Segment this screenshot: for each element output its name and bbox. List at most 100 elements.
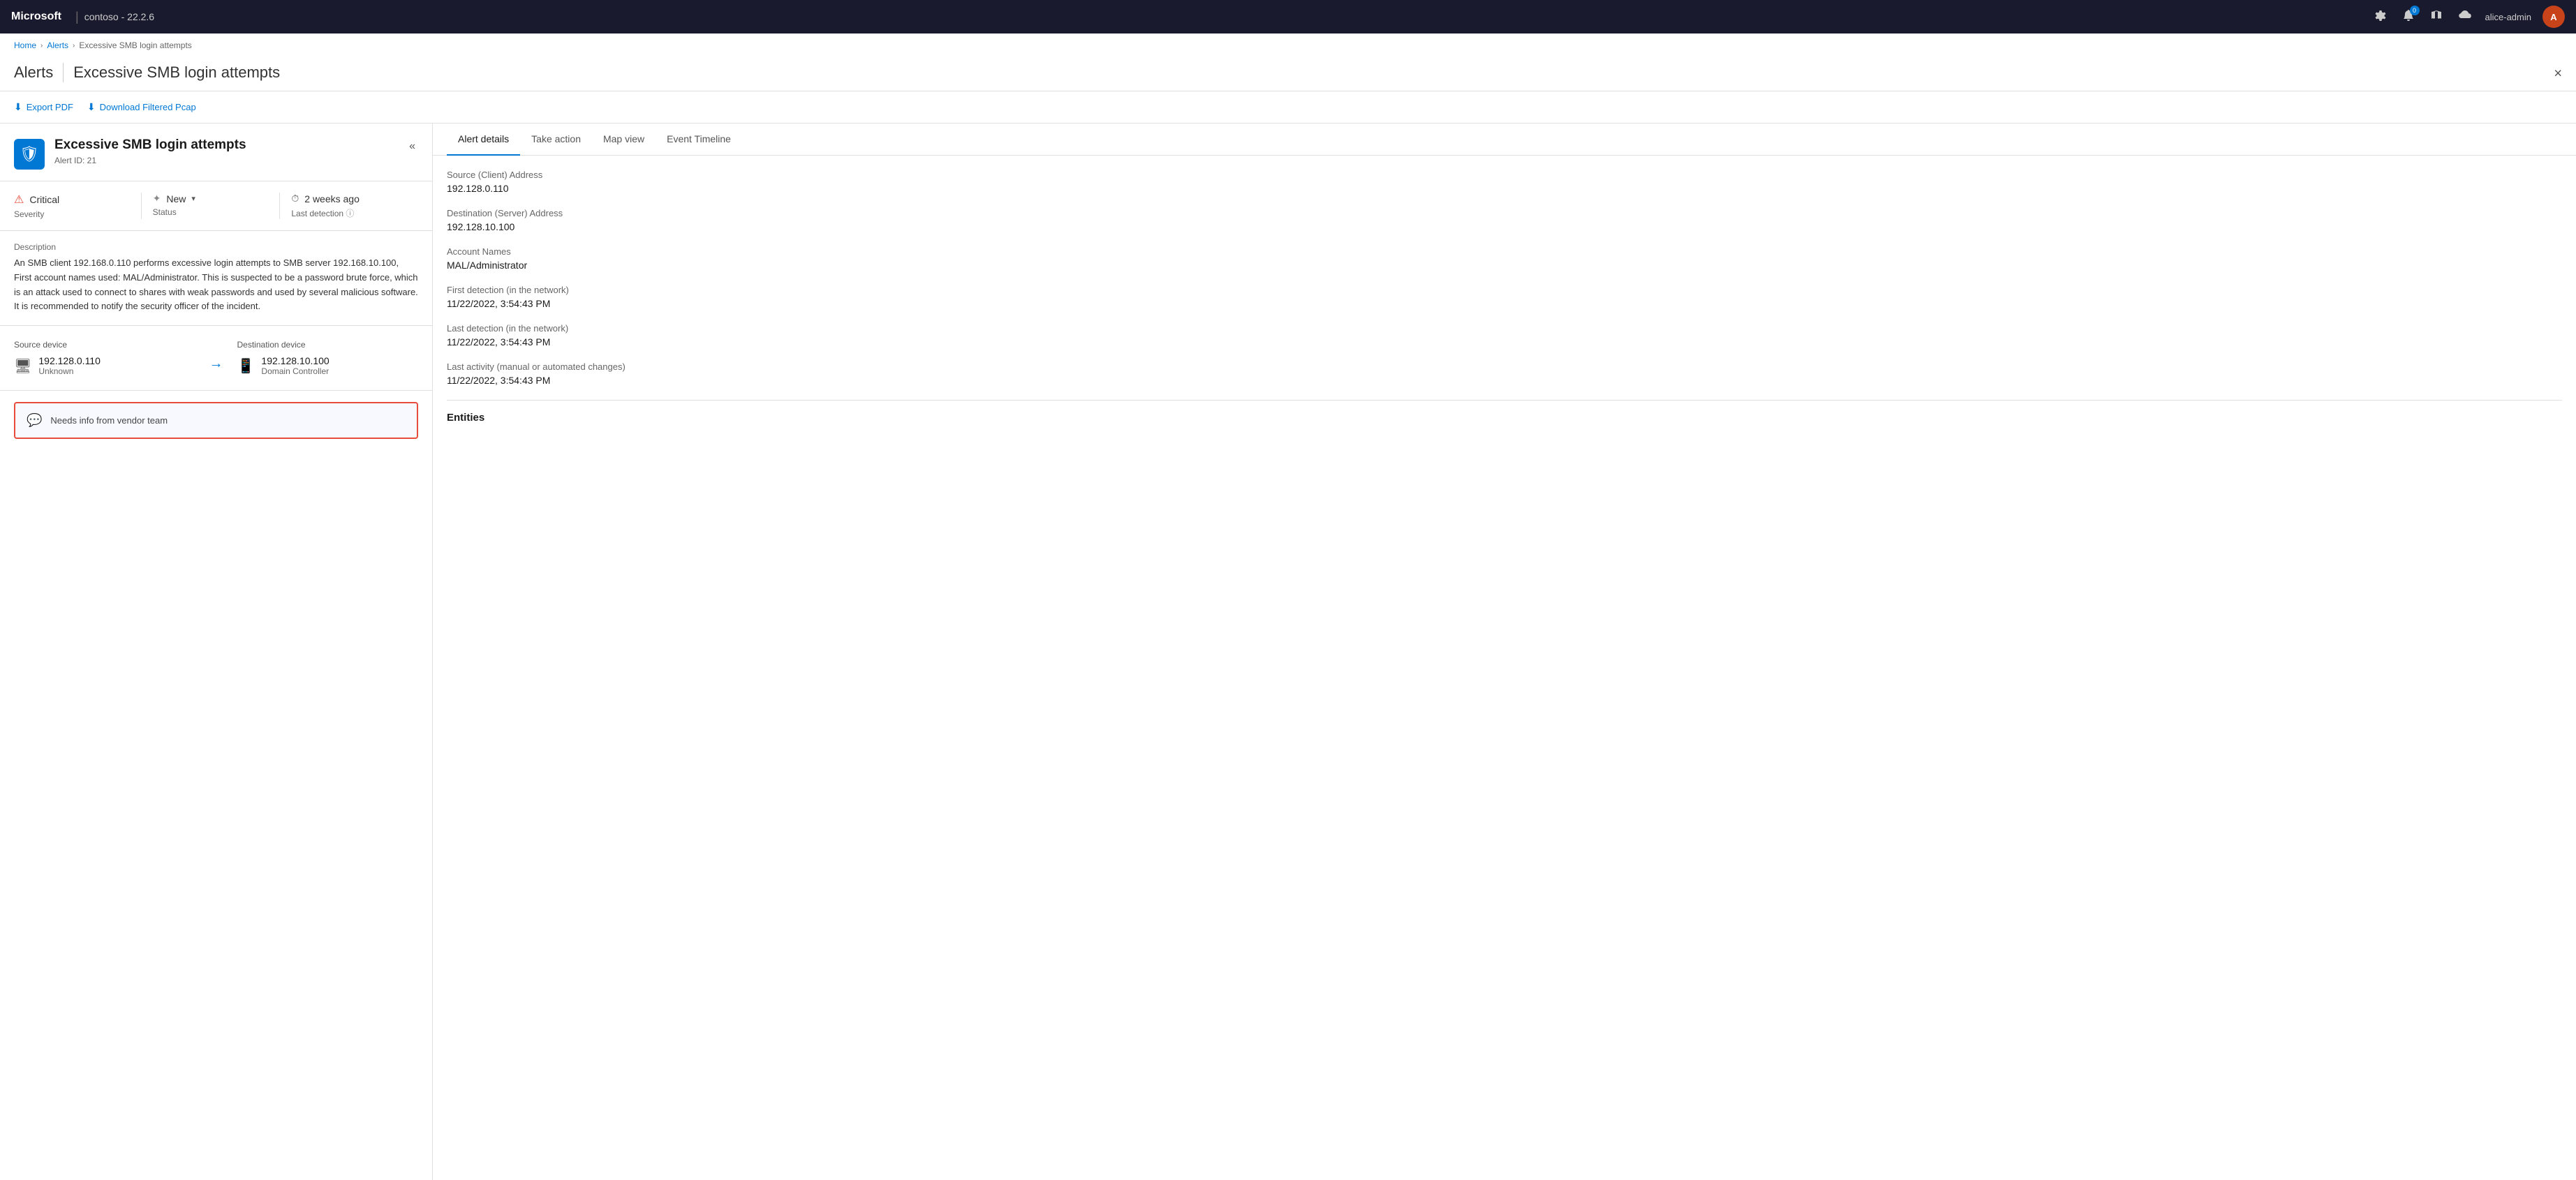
status-chevron-icon[interactable]: ▾ — [191, 194, 195, 203]
dest-server-label: Destination (Server) Address — [447, 208, 2562, 218]
source-device-icon: 🖥 — [14, 357, 31, 375]
alert-title: Excessive SMB login attempts — [54, 137, 246, 153]
breadcrumb-chevron-1: › — [40, 42, 43, 50]
dest-device-ip: 192.128.10.100 — [261, 355, 329, 366]
export-pdf-button[interactable]: ⬇ Export PDF — [14, 98, 73, 116]
device-arrow-connector: → — [195, 356, 237, 372]
left-panel: 🛡 Excessive SMB login attempts Alert ID:… — [0, 124, 433, 1180]
export-pdf-icon: ⬇ — [14, 101, 22, 113]
shield-icon: 🛡 — [20, 145, 39, 163]
detail-divider — [447, 400, 2562, 401]
status-value: ✦ New ▾ — [153, 193, 269, 204]
page-section-title: Alerts — [14, 64, 53, 82]
last-detection-value: ⏱ 2 weeks ago — [291, 193, 407, 204]
info-icon[interactable]: ⓘ — [346, 209, 354, 218]
notification-badge: 0 — [2410, 6, 2420, 15]
last-detection-text: 2 weeks ago — [304, 193, 360, 204]
comment-box[interactable]: 💬 Needs info from vendor team — [14, 402, 418, 439]
user-avatar[interactable]: A — [2542, 6, 2565, 28]
description-text: An SMB client 192.168.0.110 performs exc… — [14, 256, 418, 314]
export-pdf-label: Export PDF — [27, 102, 73, 112]
account-names-label: Account Names — [447, 246, 2562, 257]
source-client-row: Source (Client) Address 192.128.0.110 — [447, 170, 2562, 194]
source-device-info: 🖥 192.128.0.110 Unknown — [14, 355, 195, 376]
dest-server-row: Destination (Server) Address 192.128.10.… — [447, 208, 2562, 232]
breadcrumb-chevron-2: › — [73, 42, 75, 50]
last-detection-detail-label: Last detection (in the network) — [447, 323, 2562, 334]
last-activity-label: Last activity (manual or automated chang… — [447, 361, 2562, 372]
last-detection-detail-value: 11/22/2022, 3:54:43 PM — [447, 336, 2562, 348]
dest-device: Destination device 📱 192.128.10.100 Doma… — [237, 340, 419, 376]
notifications-button[interactable]: 0 — [2400, 7, 2417, 27]
tabs-container: Alert details Take action Map view Event… — [433, 124, 2576, 156]
account-names-value: MAL/Administrator — [447, 260, 2562, 271]
last-detection-row: Last detection (in the network) 11/22/20… — [447, 323, 2562, 348]
status-label: Status — [153, 207, 269, 217]
severity-text: Critical — [29, 194, 59, 205]
first-detection-value: 11/22/2022, 3:54:43 PM — [447, 298, 2562, 309]
new-status-icon: ✦ — [153, 193, 161, 204]
first-detection-label: First detection (in the network) — [447, 285, 2562, 295]
severity-status-item: ⚠ Critical Severity — [14, 193, 142, 219]
alert-title-section: 🛡 Excessive SMB login attempts Alert ID:… — [14, 137, 246, 170]
alert-title-text: Excessive SMB login attempts Alert ID: 2… — [54, 137, 246, 165]
cloud-button[interactable] — [2456, 7, 2474, 27]
nav-separator: | — [75, 10, 79, 24]
comment-text: Needs info from vendor team — [50, 415, 168, 426]
header-divider — [63, 63, 64, 82]
severity-value: ⚠ Critical — [14, 193, 130, 207]
source-device-label: Source device — [14, 340, 195, 350]
source-client-value: 192.128.0.110 — [447, 183, 2562, 194]
top-nav: Microsoft | contoso - 22.2.6 0 alice-adm… — [0, 0, 2576, 33]
breadcrumb: Home › Alerts › Excessive SMB login atte… — [0, 33, 2576, 57]
download-pcap-button[interactable]: ⬇ Download Filtered Pcap — [87, 98, 196, 116]
breadcrumb-home[interactable]: Home — [14, 40, 36, 50]
microsoft-logo: Microsoft — [11, 10, 61, 23]
tab-event-timeline[interactable]: Event Timeline — [656, 124, 742, 156]
download-pcap-label: Download Filtered Pcap — [100, 102, 196, 112]
description-section: Description An SMB client 192.168.0.110 … — [0, 231, 432, 326]
dest-device-label: Destination device — [237, 340, 419, 350]
account-names-row: Account Names MAL/Administrator — [447, 246, 2562, 271]
tenant-name: contoso - 22.2.6 — [84, 11, 154, 22]
user-name: alice-admin — [2485, 12, 2531, 22]
status-bar: ⚠ Critical Severity ✦ New ▾ Status ⏱ 2 w… — [0, 181, 432, 231]
shield-icon-container: 🛡 — [14, 139, 45, 170]
collapse-button[interactable]: « — [406, 137, 418, 156]
dest-device-info: 📱 192.128.10.100 Domain Controller — [237, 355, 419, 376]
clock-icon: ⏱ — [291, 193, 299, 204]
devices-section: Source device 🖥 192.128.0.110 Unknown → … — [0, 326, 432, 391]
alert-id: Alert ID: 21 — [54, 156, 246, 165]
comment-icon: 💬 — [27, 413, 42, 428]
severity-label: Severity — [14, 209, 130, 219]
detection-status-item: ⏱ 2 weeks ago Last detection ⓘ — [291, 193, 418, 219]
last-activity-row: Last activity (manual or automated chang… — [447, 361, 2562, 386]
page-title: Excessive SMB login attempts — [73, 64, 280, 82]
book-button[interactable] — [2428, 7, 2445, 27]
main-content: 🛡 Excessive SMB login attempts Alert ID:… — [0, 124, 2576, 1180]
tab-alert-details[interactable]: Alert details — [447, 124, 520, 156]
entities-label: Entities — [447, 412, 2562, 424]
status-status-item: ✦ New ▾ Status — [153, 193, 281, 219]
download-pcap-icon: ⬇ — [87, 101, 96, 113]
tab-take-action[interactable]: Take action — [520, 124, 592, 156]
status-text: New — [166, 193, 186, 204]
alert-panel-header: 🛡 Excessive SMB login attempts Alert ID:… — [0, 124, 432, 181]
first-detection-row: First detection (in the network) 11/22/2… — [447, 285, 2562, 309]
page-header: Alerts Excessive SMB login attempts × — [0, 57, 2576, 91]
breadcrumb-current: Excessive SMB login attempts — [79, 40, 191, 50]
toolbar: ⬇ Export PDF ⬇ Download Filtered Pcap — [0, 91, 2576, 124]
last-detection-label: Last detection ⓘ — [291, 207, 407, 219]
settings-button[interactable] — [2372, 7, 2389, 27]
source-client-label: Source (Client) Address — [447, 170, 2562, 180]
dest-device-type: Domain Controller — [261, 366, 329, 376]
critical-icon: ⚠ — [14, 193, 24, 207]
close-button[interactable]: × — [2554, 66, 2562, 82]
source-device: Source device 🖥 192.128.0.110 Unknown — [14, 340, 195, 376]
last-activity-value: 11/22/2022, 3:54:43 PM — [447, 375, 2562, 386]
alert-details-content: Source (Client) Address 192.128.0.110 De… — [433, 156, 2576, 438]
description-label: Description — [14, 242, 418, 252]
tab-map-view[interactable]: Map view — [592, 124, 656, 156]
dest-server-value: 192.128.10.100 — [447, 221, 2562, 232]
breadcrumb-alerts[interactable]: Alerts — [47, 40, 68, 50]
